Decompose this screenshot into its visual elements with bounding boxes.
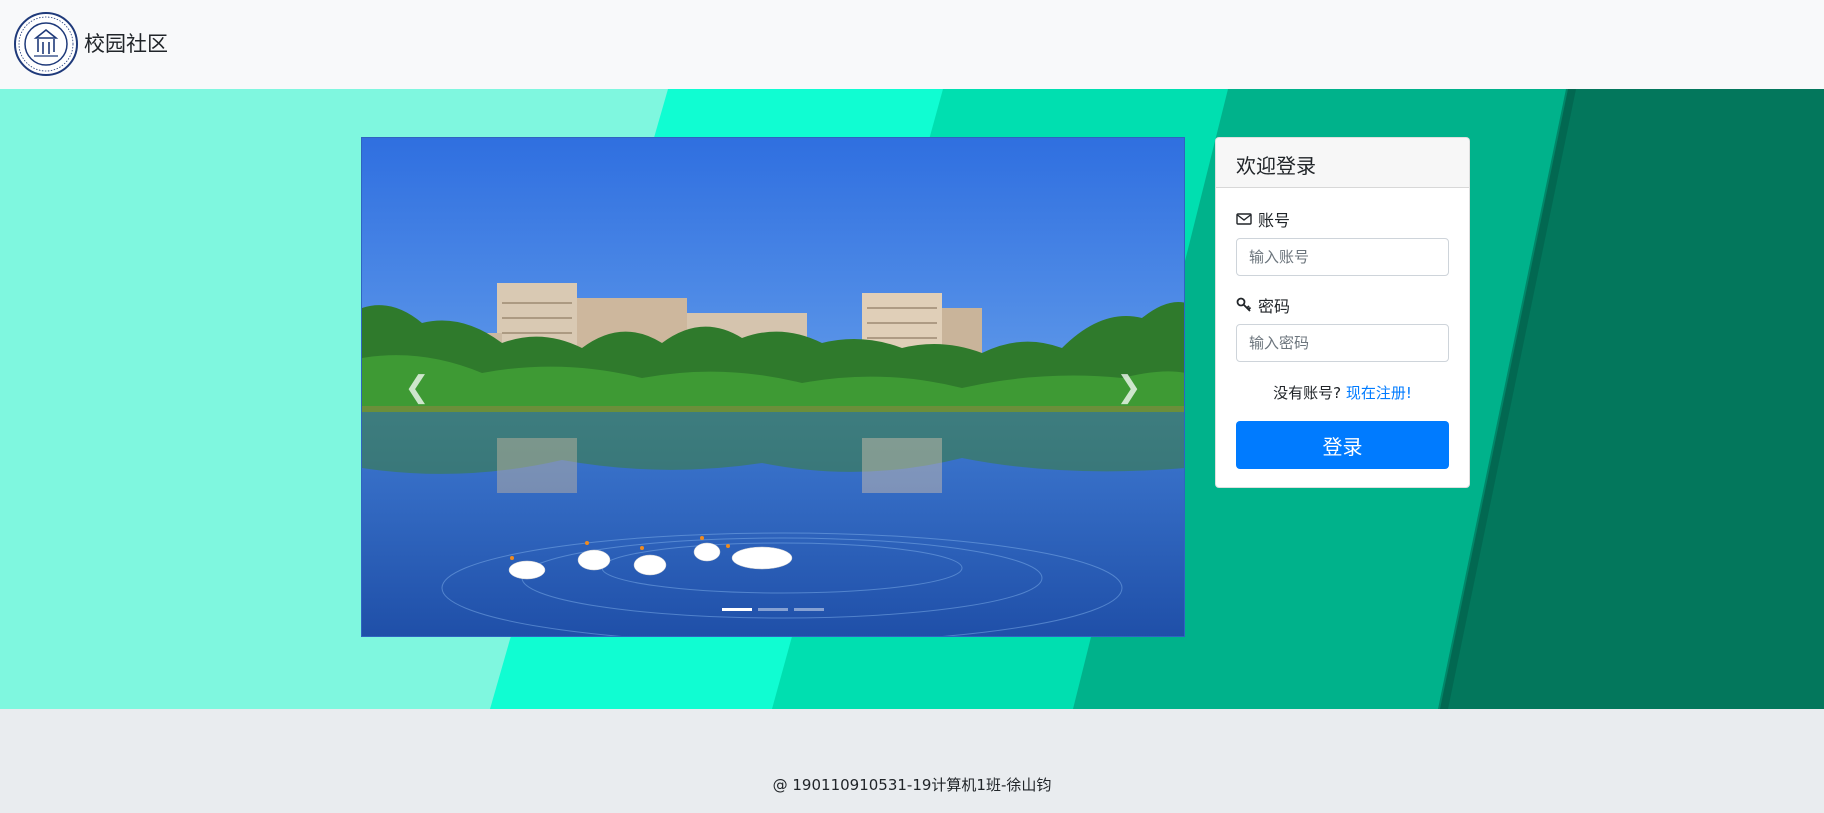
- password-label-row: 密码: [1236, 294, 1449, 316]
- chevron-right-icon: ❯: [1116, 369, 1142, 405]
- account-label: 账号: [1258, 211, 1291, 230]
- footer: @ 190110910531-19计算机1班-徐山钧: [0, 709, 1824, 813]
- account-label-row: 账号: [1236, 208, 1449, 230]
- university-seal-icon: [14, 12, 78, 76]
- carousel-indicators: [362, 608, 1184, 611]
- image-carousel[interactable]: ❮ ❯: [361, 137, 1185, 637]
- navbar: 校园社区: [0, 0, 1824, 89]
- register-link[interactable]: 现在注册!: [1346, 384, 1412, 402]
- campus-lake-photo: [362, 138, 1184, 636]
- login-button[interactable]: 登录: [1236, 421, 1449, 469]
- chevron-left-icon: ❮: [404, 369, 430, 405]
- brand-title: 校园社区: [84, 31, 168, 56]
- password-label: 密码: [1258, 297, 1291, 316]
- login-card-title: 欢迎登录: [1216, 138, 1469, 188]
- carousel-indicator-2[interactable]: [758, 608, 788, 611]
- account-input[interactable]: [1236, 238, 1449, 276]
- brand-link[interactable]: 校园社区: [14, 12, 168, 76]
- hero-banner: ❮ ❯ 欢迎登录 账号 输入账号 密码 没有账号? 现在注册! 登录: [0, 89, 1824, 709]
- no-account-text: 没有账号?: [1273, 384, 1342, 402]
- carousel-indicator-3[interactable]: [794, 608, 824, 611]
- carousel-next-button[interactable]: ❯: [1074, 138, 1184, 636]
- carousel-indicator-1[interactable]: [722, 608, 752, 611]
- footer-text: @ 190110910531-19计算机1班-徐山钧: [772, 776, 1052, 794]
- carousel-prev-button[interactable]: ❮: [362, 138, 472, 636]
- login-card: 欢迎登录 账号 密码 没有账号? 现在注册!: [1215, 137, 1470, 488]
- register-row: 没有账号? 现在注册!: [1236, 382, 1449, 403]
- password-input[interactable]: [1236, 324, 1449, 362]
- envelope-icon: [1236, 213, 1252, 225]
- key-icon: [1236, 297, 1252, 312]
